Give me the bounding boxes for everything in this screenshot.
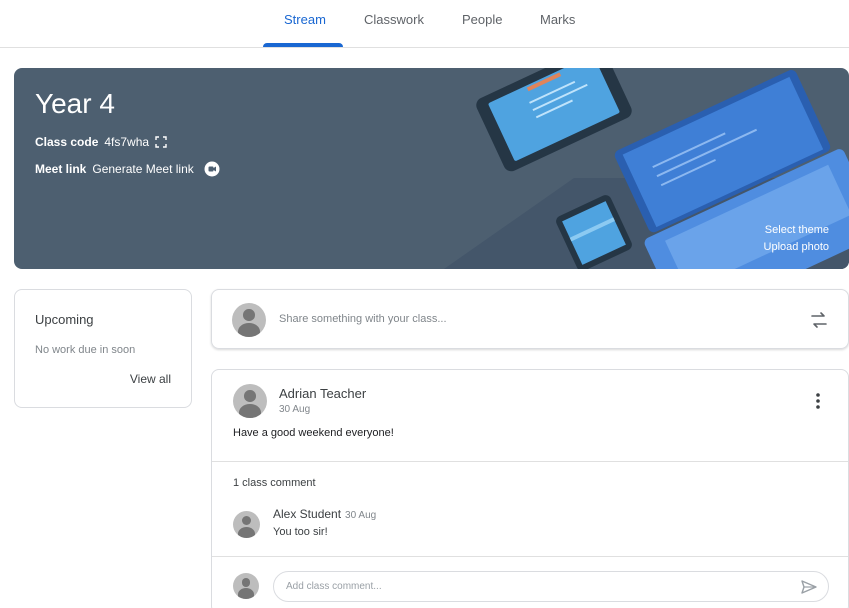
send-icon[interactable]	[800, 578, 818, 596]
comment-author: Alex Student	[273, 507, 342, 521]
meet-link-row: Meet link Generate Meet link	[35, 161, 220, 177]
upcoming-card: Upcoming No work due in soon View all	[14, 289, 192, 408]
class-title: Year 4	[35, 88, 115, 119]
fullscreen-icon[interactable]	[155, 136, 167, 148]
class-code-row: Class code 4fs7wha	[35, 135, 167, 149]
meet-icon[interactable]	[204, 161, 220, 177]
more-options-icon[interactable]	[810, 390, 826, 412]
upcoming-subtitle: No work due in soon	[35, 344, 136, 356]
comment-count[interactable]: 1 class comment	[233, 477, 316, 489]
upcoming-title: Upcoming	[35, 312, 94, 327]
avatar	[233, 573, 259, 599]
avatar	[233, 384, 267, 418]
comment-date: 30 Aug	[345, 510, 377, 521]
repost-icon[interactable]	[808, 309, 830, 331]
tab-classwork[interactable]: Classwork	[364, 0, 424, 48]
tab-marks[interactable]: Marks	[540, 0, 575, 48]
view-all-link[interactable]: View all	[130, 372, 171, 386]
active-tab-indicator	[263, 43, 343, 47]
top-nav: Stream Classwork People Marks	[0, 0, 849, 48]
post-date: 30 Aug	[279, 404, 311, 415]
avatar	[232, 303, 266, 337]
upload-photo-link[interactable]: Upload photo	[764, 241, 829, 253]
share-input[interactable]: Share something with your class...	[279, 313, 447, 325]
post-card: Adrian Teacher 30 Aug Have a good weeken…	[211, 369, 849, 608]
tab-people[interactable]: People	[462, 0, 502, 48]
share-box[interactable]: Share something with your class...	[211, 289, 849, 349]
class-banner: Year 4 Class code 4fs7wha Meet link Gene…	[14, 68, 849, 269]
class-code-label: Class code	[35, 135, 99, 149]
class-code-value: 4fs7wha	[104, 135, 150, 149]
comment-input[interactable]: Add class comment...	[273, 571, 829, 602]
post-author: Adrian Teacher	[279, 386, 367, 401]
tab-stream[interactable]: Stream	[284, 0, 326, 48]
post-body: Have a good weekend everyone!	[233, 427, 394, 439]
generate-meet-link[interactable]: Generate Meet link	[92, 162, 193, 176]
avatar	[233, 511, 260, 538]
comment-author-row: Alex Student 30 Aug	[273, 507, 376, 521]
meet-link-label: Meet link	[35, 162, 87, 176]
divider	[212, 461, 848, 462]
divider	[212, 556, 848, 557]
select-theme-link[interactable]: Select theme	[765, 224, 829, 236]
comment-body: You too sir!	[273, 526, 328, 538]
